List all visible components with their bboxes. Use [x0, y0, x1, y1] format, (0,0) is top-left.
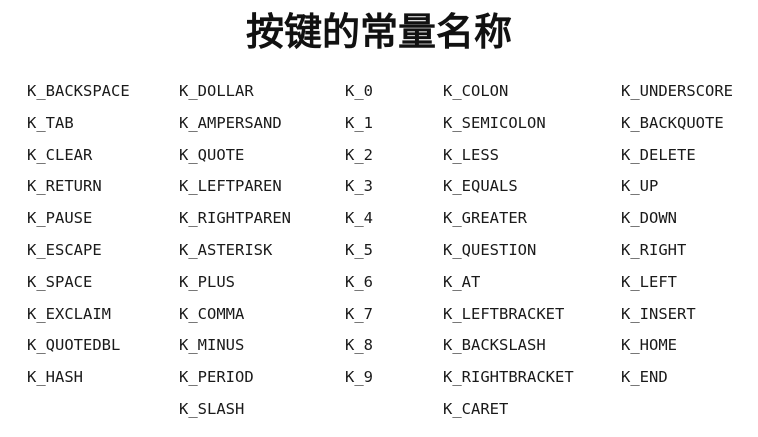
key-constant: K_RETURN: [27, 177, 102, 196]
key-constant: K_UNDERSCORE: [621, 82, 733, 100]
key-constant: K_BACKQUOTE: [621, 113, 724, 132]
key-constant: K_COLON: [443, 82, 509, 100]
key-constant: K_LEFTPAREN: [179, 177, 282, 196]
key-column-3: K_0 K_1 K_2 K_3 K_4 K_5 K_6 K_7 K_8 K_9: [345, 80, 373, 398]
key-constant: K_3: [345, 177, 373, 196]
key-constant: K_CLEAR: [27, 145, 93, 164]
key-constant: K_UP: [621, 177, 659, 196]
key-constant: K_HASH: [27, 368, 83, 387]
key-column-2: K_DOLLAR K_AMPERSAND K_QUOTE K_LEFTPAREN…: [179, 80, 291, 430]
key-column-5: K_UNDERSCORE K_BACKQUOTE K_DELETE K_UP K…: [621, 80, 733, 398]
key-constant: K_EQUALS: [443, 177, 518, 196]
key-constant: K_AT: [443, 272, 481, 291]
key-constant: K_7: [345, 304, 373, 323]
key-constant: K_0: [345, 82, 373, 100]
key-constant: K_4: [345, 209, 373, 228]
slide-title: 按键的常量名称: [245, 10, 512, 54]
key-constant: K_DOWN: [621, 209, 677, 228]
key-constant: K_8: [345, 336, 373, 355]
key-constant: K_TAB: [27, 113, 74, 132]
key-constant: K_LEFT: [621, 272, 677, 291]
key-constant: K_PERIOD: [179, 368, 254, 387]
key-constant: K_BACKSLASH: [443, 336, 546, 355]
key-constant: K_DELETE: [621, 145, 696, 164]
key-constant: K_DOLLAR: [179, 82, 254, 100]
key-constant: K_COMMA: [179, 304, 245, 323]
key-constant: K_6: [345, 272, 373, 291]
key-constant: K_5: [345, 240, 373, 259]
key-constant: K_END: [621, 368, 668, 387]
key-constant: K_MINUS: [179, 336, 245, 355]
key-constant: K_CARET: [443, 399, 509, 418]
slide: 按键的常量名称 K_BACKSPACE K_TAB K_CLEAR K_RETU…: [0, 0, 758, 437]
key-constant: K_2: [345, 145, 373, 164]
key-constant: K_ASTERISK: [179, 240, 273, 259]
key-constant: K_INSERT: [621, 304, 696, 323]
key-constant: K_PAUSE: [27, 209, 93, 228]
key-constant: K_BACKSPACE: [27, 82, 130, 100]
key-column-1: K_BACKSPACE K_TAB K_CLEAR K_RETURN K_PAU…: [27, 80, 130, 398]
key-constant: K_LESS: [443, 145, 499, 164]
key-constant: K_HOME: [621, 336, 677, 355]
key-column-4: K_COLON K_SEMICOLON K_LESS K_EQUALS K_GR…: [443, 80, 574, 430]
key-constant: K_QUOTEDBL: [27, 336, 121, 355]
key-constant: K_9: [345, 368, 373, 387]
key-constant: K_PLUS: [179, 272, 235, 291]
key-constant: K_1: [345, 113, 373, 132]
key-constant: K_ESCAPE: [27, 240, 102, 259]
key-constant: K_GREATER: [443, 209, 527, 228]
key-constant: K_SEMICOLON: [443, 113, 546, 132]
key-constant: K_AMPERSAND: [179, 113, 282, 132]
key-constant: K_LEFTBRACKET: [443, 304, 565, 323]
key-constant: K_RIGHTPAREN: [179, 209, 291, 228]
key-constant: K_SLASH: [179, 399, 245, 418]
key-constant: K_RIGHT: [621, 240, 687, 259]
key-constant: K_QUESTION: [443, 240, 537, 259]
key-constant: K_QUOTE: [179, 145, 245, 164]
key-constant: K_EXCLAIM: [27, 304, 111, 323]
key-constant: K_SPACE: [27, 272, 93, 291]
key-constant: K_RIGHTBRACKET: [443, 368, 574, 387]
